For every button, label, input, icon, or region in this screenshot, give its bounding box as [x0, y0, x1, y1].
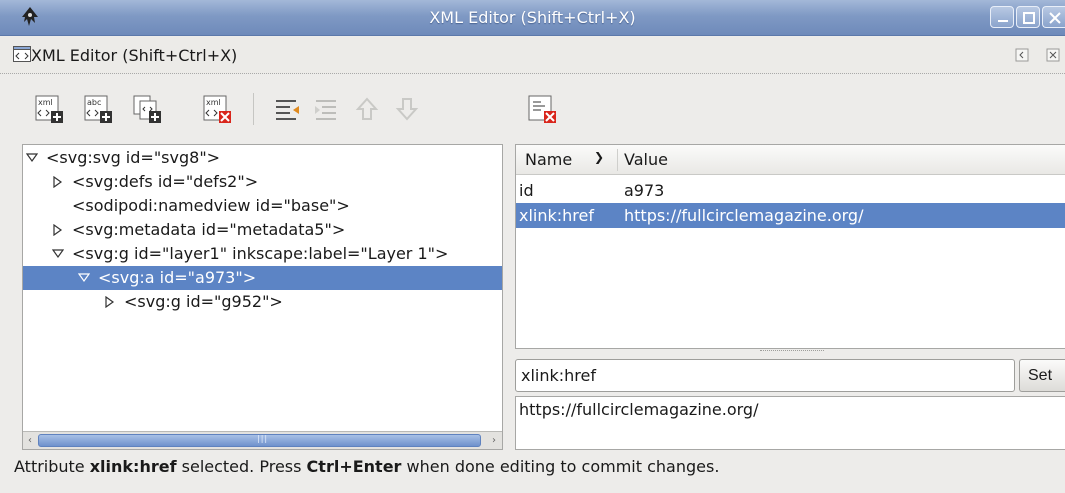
raise-node-icon[interactable]: [352, 94, 382, 124]
table-header: Name ❯ Value: [516, 145, 1065, 175]
window-title: XML Editor (Shift+Ctrl+X): [429, 8, 636, 27]
title-bar: XML Editor (Shift+Ctrl+X): [0, 0, 1065, 36]
tree-row-label: <svg:defs id="defs2">: [72, 172, 259, 191]
lower-node-icon[interactable]: [392, 94, 422, 124]
tree-row[interactable]: <svg:g id="g952">: [23, 290, 502, 314]
column-header-name[interactable]: Name: [525, 150, 572, 169]
node-toolbar: xml abc xml: [22, 85, 502, 143]
attribute-value: https://fullcirclemagazine.org/: [624, 206, 864, 225]
expander-expanded-icon[interactable]: [78, 272, 90, 284]
attribute-name: xlink:href: [519, 206, 594, 225]
status-text: when done editing to commit changes.: [401, 457, 720, 476]
expander-expanded-icon[interactable]: [52, 248, 64, 260]
expander-collapsed-icon[interactable]: [52, 224, 64, 236]
duplicate-node-icon[interactable]: [132, 94, 162, 124]
dock-header: XML Editor (Shift+Ctrl+X): [0, 37, 1065, 74]
attribute-row-selected[interactable]: xlink:href https://fullcirclemagazine.or…: [516, 203, 1065, 228]
status-text: Attribute: [14, 457, 90, 476]
attribute-table[interactable]: Name ❯ Value id a973 xlink:href https://…: [515, 144, 1065, 349]
minimize-icon: [998, 20, 1008, 22]
dock-close-icon[interactable]: [1046, 48, 1060, 62]
svg-text:abc: abc: [87, 98, 101, 107]
tree-row-label: <svg:a id="a973">: [98, 268, 257, 287]
status-attribute-name: xlink:href: [89, 457, 177, 476]
column-divider[interactable]: [617, 149, 618, 171]
xml-editor-icon: [13, 46, 31, 62]
status-shortcut: Ctrl+Enter: [306, 457, 402, 476]
scroll-grip-icon: |||: [257, 434, 269, 443]
attribute-name: id: [519, 181, 534, 200]
dock-iconify-icon[interactable]: [1015, 48, 1029, 62]
minimize-button[interactable]: [990, 6, 1014, 28]
new-element-node-icon[interactable]: xml: [34, 94, 64, 124]
tree-row-label: <svg:g id="g952">: [124, 292, 283, 311]
status-text: selected. Press: [176, 457, 307, 476]
close-button[interactable]: [1042, 6, 1065, 28]
tree-row[interactable]: <sodipodi:namedview id="base">: [23, 194, 502, 218]
new-text-node-icon[interactable]: abc: [83, 94, 113, 124]
svg-text:xml: xml: [206, 98, 221, 107]
attribute-value: a973: [624, 181, 665, 200]
svg-text:xml: xml: [38, 98, 53, 107]
tree-row-label: <svg:svg id="svg8">: [46, 148, 221, 167]
tree-row[interactable]: <svg:svg id="svg8">: [23, 146, 502, 170]
tree-row[interactable]: <svg:g id="layer1" inkscape:label="Layer…: [23, 242, 502, 266]
close-icon: [1049, 12, 1061, 24]
pane-splitter[interactable]: [760, 350, 824, 352]
tree-row[interactable]: <svg:defs id="defs2">: [23, 170, 502, 194]
tree-row-label: <svg:g id="layer1" inkscape:label="Layer…: [72, 244, 449, 263]
tree-row-label: <svg:metadata id="metadata5">: [72, 220, 346, 239]
scroll-right-icon[interactable]: ›: [488, 434, 500, 447]
expander-collapsed-icon[interactable]: [104, 296, 116, 308]
sort-chevron-down-icon[interactable]: ❯: [594, 150, 604, 164]
attribute-toolbar: [515, 85, 1065, 143]
tree-row-selected[interactable]: <svg:a id="a973">: [23, 266, 502, 290]
tree-row-label: <sodipodi:namedview id="base">: [72, 196, 350, 215]
indent-node-icon[interactable]: [312, 94, 342, 124]
set-button[interactable]: Set: [1019, 359, 1065, 392]
dock-title: XML Editor (Shift+Ctrl+X): [31, 46, 238, 65]
expander-expanded-icon[interactable]: [26, 152, 38, 164]
attribute-value-textarea[interactable]: https://fullcirclemagazine.org/: [515, 396, 1065, 450]
scroll-left-icon[interactable]: ‹: [24, 434, 36, 447]
expander-collapsed-icon[interactable]: [52, 176, 64, 188]
node-tree[interactable]: <svg:svg id="svg8"> <svg:defs id="defs2"…: [22, 144, 503, 450]
attribute-name-input[interactable]: [515, 359, 1015, 392]
column-header-value[interactable]: Value: [624, 150, 668, 169]
tree-row[interactable]: <svg:metadata id="metadata5">: [23, 218, 502, 242]
delete-attribute-icon[interactable]: [527, 94, 557, 124]
maximize-icon: [1023, 12, 1035, 24]
attribute-row[interactable]: id a973: [516, 178, 1065, 203]
maximize-button[interactable]: [1016, 6, 1040, 28]
horizontal-scrollbar[interactable]: ‹ ||| ›: [23, 431, 502, 449]
unindent-node-icon[interactable]: [272, 94, 302, 124]
toolbar-separator: [253, 93, 254, 125]
status-message: Attribute xlink:href selected. Press Ctr…: [14, 457, 719, 476]
delete-node-icon[interactable]: xml: [202, 94, 232, 124]
attribute-value-text: https://fullcirclemagazine.org/: [519, 400, 759, 419]
